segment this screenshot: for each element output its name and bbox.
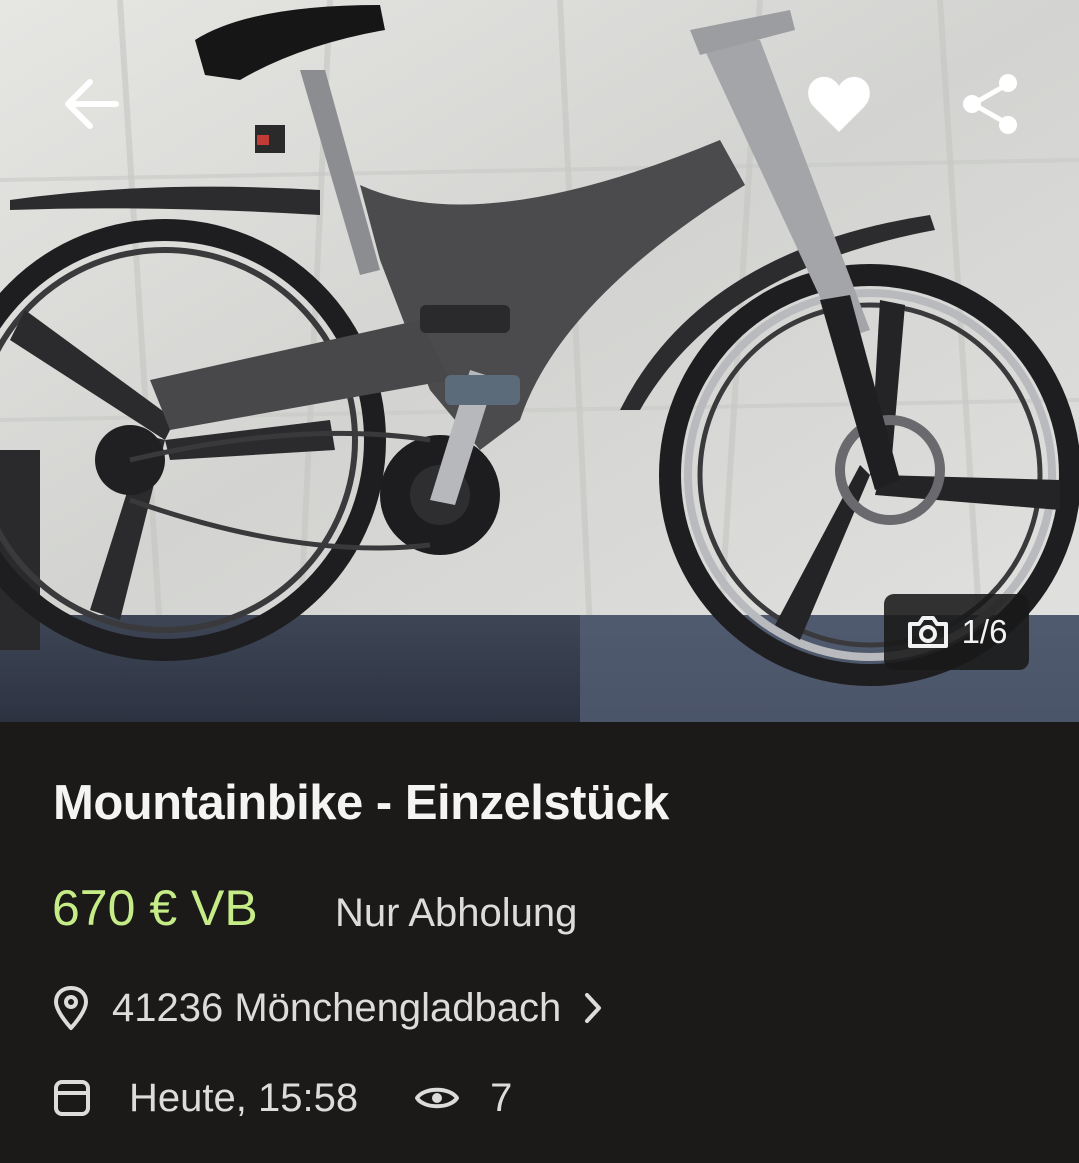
camera-icon (907, 616, 948, 648)
share-icon (963, 74, 1017, 134)
arrow-left-icon (65, 79, 119, 129)
image-counter-text: 1/6 (961, 613, 1008, 650)
share-button[interactable] (943, 56, 1039, 152)
location-text: 41236 Mönchengladbach (112, 985, 562, 1030)
listing-title: Mountainbike - Einzelstück (53, 776, 669, 830)
image-counter: 1/6 (884, 594, 1029, 670)
eye-icon (415, 1087, 460, 1109)
listing-meta: Heute, 15:58 7 (52, 1068, 512, 1128)
calendar-icon (54, 1080, 90, 1116)
posted-date: Heute, 15:58 (129, 1075, 359, 1120)
listing-price: 670 € VB (52, 880, 258, 936)
listing-photo[interactable]: 1/6 (0, 0, 1079, 722)
heart-icon (808, 76, 870, 132)
location-pin-icon (54, 986, 88, 1030)
back-button[interactable] (43, 56, 139, 152)
chevron-right-icon (585, 993, 602, 1023)
shipping-info: Nur Abholung (335, 891, 578, 935)
location-link[interactable]: 41236 Mönchengladbach (52, 978, 603, 1038)
view-count: 7 (490, 1075, 513, 1120)
favorite-button[interactable] (791, 56, 887, 152)
